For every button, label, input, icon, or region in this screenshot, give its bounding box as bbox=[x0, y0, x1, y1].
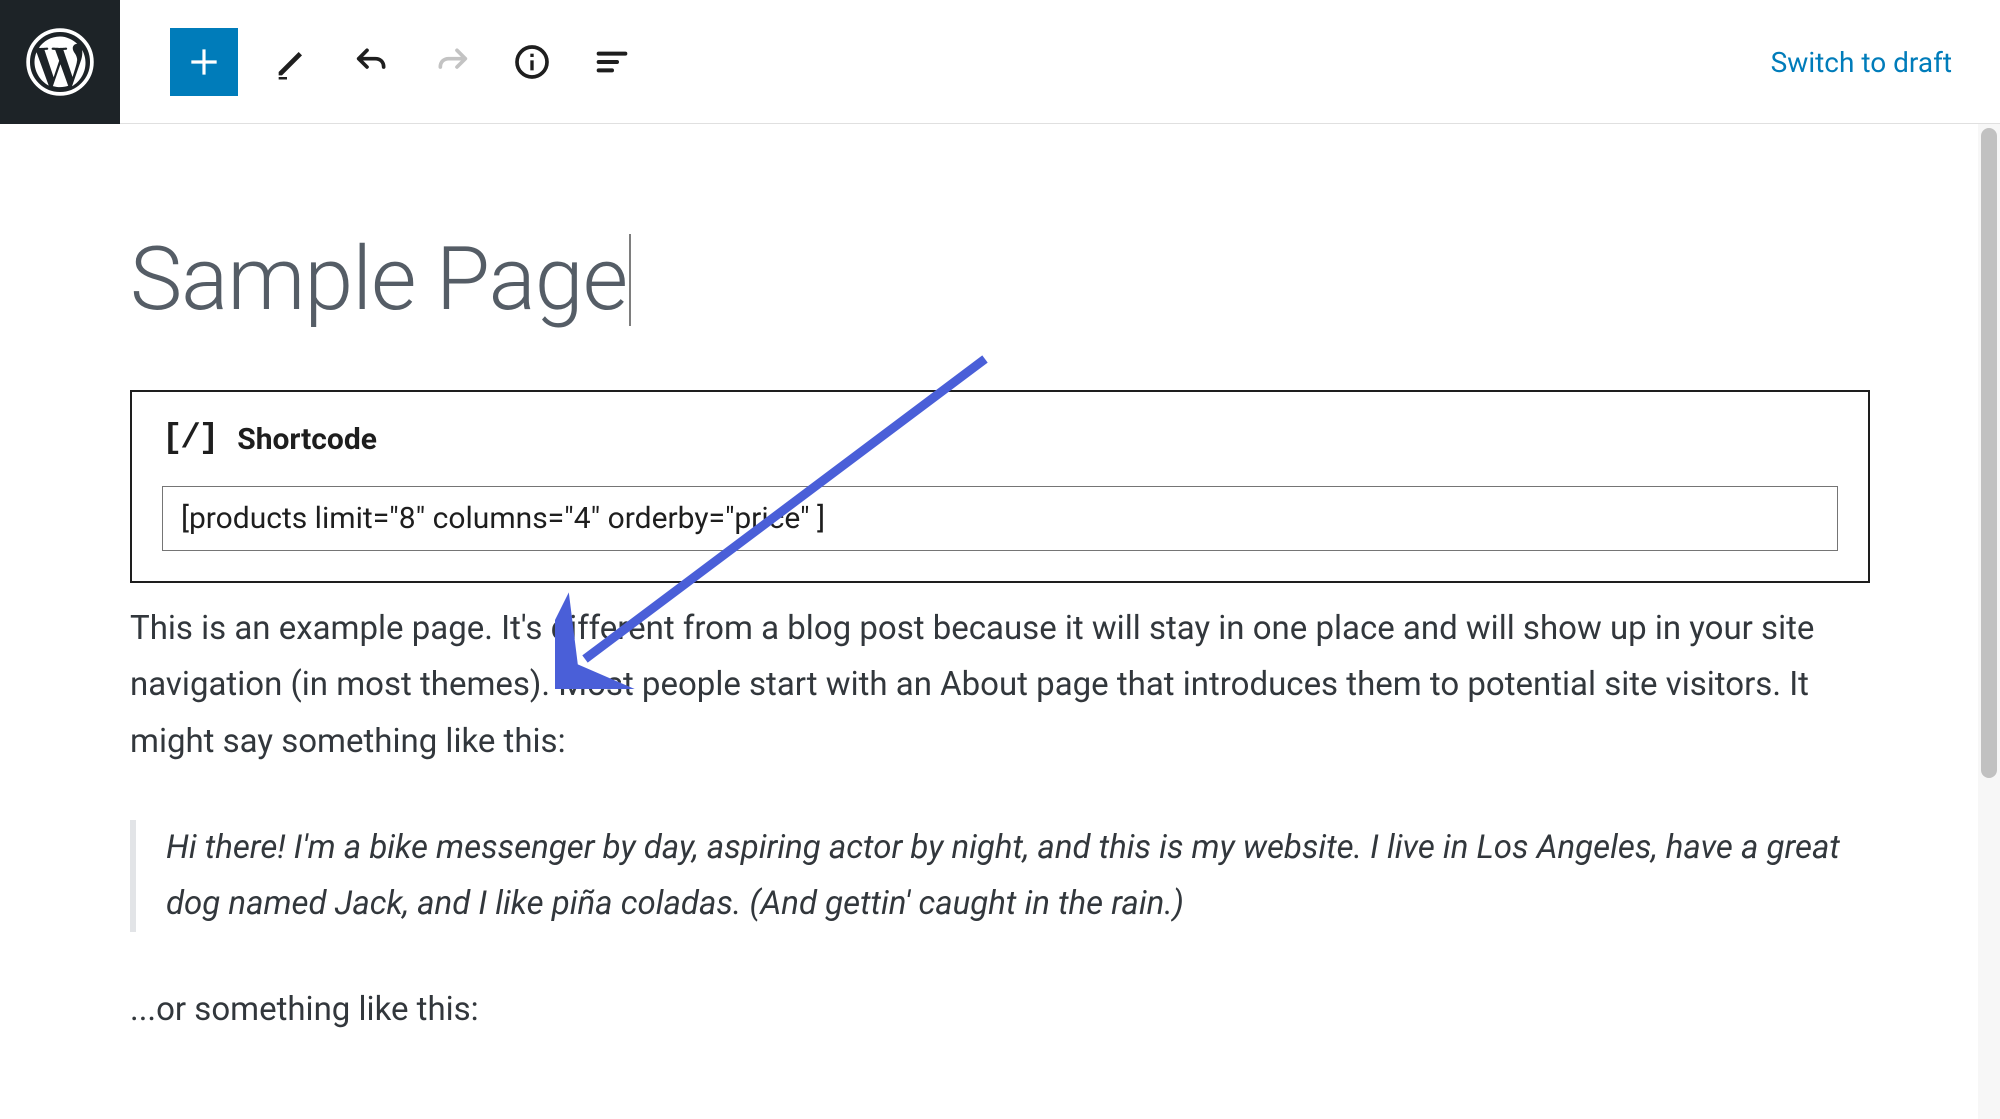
paragraph-block-2[interactable]: ...or something like this: bbox=[130, 982, 1870, 1038]
shortcode-block[interactable]: [/] Shortcode bbox=[130, 390, 1870, 583]
shortcode-icon: [/] bbox=[162, 420, 217, 458]
wordpress-logo[interactable] bbox=[0, 0, 120, 124]
shortcode-block-header: [/] Shortcode bbox=[162, 420, 1838, 458]
redo-icon bbox=[432, 42, 472, 82]
pencil-icon bbox=[272, 42, 312, 82]
switch-to-draft-button[interactable]: Switch to draft bbox=[1771, 46, 1952, 79]
toolbar-right-group: Switch to draft bbox=[1771, 0, 1952, 124]
undo-button[interactable] bbox=[346, 36, 398, 88]
undo-icon bbox=[352, 42, 392, 82]
editor-content: Sample Page [/] Shortcode This is an exa… bbox=[0, 124, 2000, 1119]
editor-toolbar: Switch to draft bbox=[0, 0, 2000, 124]
plus-icon bbox=[185, 43, 223, 81]
outline-button[interactable] bbox=[586, 36, 638, 88]
add-block-button[interactable] bbox=[170, 28, 238, 96]
wordpress-icon bbox=[26, 28, 94, 96]
info-icon bbox=[512, 42, 552, 82]
page-title[interactable]: Sample Page bbox=[130, 234, 631, 326]
editor-canvas: Sample Page [/] Shortcode This is an exa… bbox=[0, 124, 2000, 1119]
shortcode-input[interactable] bbox=[162, 486, 1838, 551]
quote-block[interactable]: Hi there! I'm a bike messenger by day, a… bbox=[130, 820, 1870, 932]
redo-button[interactable] bbox=[426, 36, 478, 88]
details-button[interactable] bbox=[506, 36, 558, 88]
modes-button[interactable] bbox=[266, 36, 318, 88]
toolbar-left-group bbox=[120, 28, 638, 96]
paragraph-block-1[interactable]: This is an example page. It's different … bbox=[130, 601, 1870, 769]
list-view-icon bbox=[592, 42, 632, 82]
shortcode-label: Shortcode bbox=[237, 422, 377, 457]
